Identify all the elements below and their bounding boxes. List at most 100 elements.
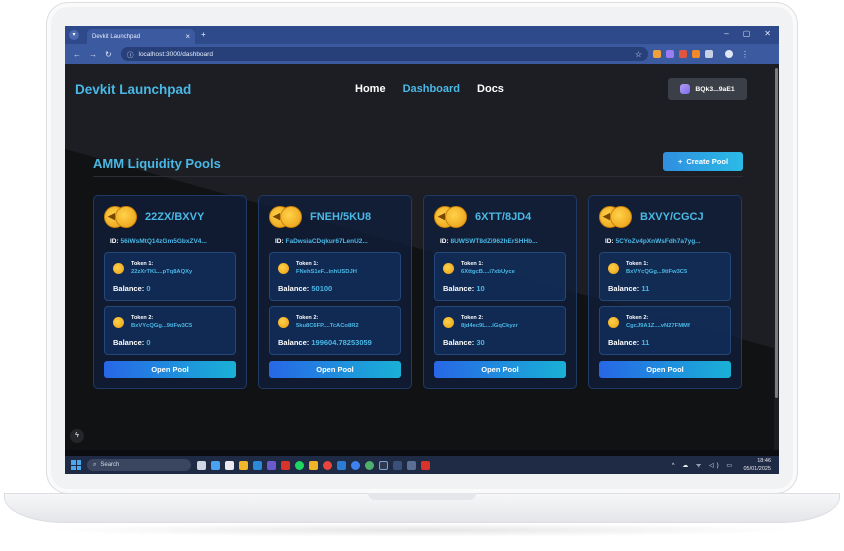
extension-icon[interactable]: [692, 50, 700, 58]
token-balance: Balance: 11: [608, 284, 649, 293]
folder-icon[interactable]: [309, 460, 318, 470]
task-view-icon[interactable]: [197, 460, 206, 470]
tab-search-icon[interactable]: ▾: [69, 30, 79, 40]
bookmark-star-icon[interactable]: ☆: [635, 50, 642, 59]
edge-browser-icon[interactable]: [253, 460, 262, 470]
token-address: 22zXrTKL...pTq8AQXy: [131, 269, 193, 275]
profile-avatar-icon[interactable]: [725, 50, 733, 58]
token-address: BxVYcQGg...9tiFw3C5: [131, 323, 193, 329]
metamask-extension-icon[interactable]: [653, 50, 661, 58]
close-window-button[interactable]: ✕: [764, 29, 771, 38]
create-pool-button[interactable]: + Create Pool: [663, 152, 743, 171]
new-tab-button[interactable]: +: [201, 31, 206, 39]
brand-logo-text[interactable]: Devkit Launchpad: [75, 82, 191, 97]
system-tray-icons[interactable]: ^ ☁ ᯤ ◁) ▭: [672, 461, 735, 469]
token-address: FNehS1eF...inhUSDJH: [296, 269, 357, 275]
phantom-wallet-icon: [680, 84, 691, 94]
spotify-icon[interactable]: [295, 460, 304, 470]
forward-arrow-icon[interactable]: →: [89, 50, 97, 59]
pool-card: ◀ BXVY/CGCJ ID: 5CYoZv4pXnWsFdh7a7yg... …: [588, 195, 742, 389]
wallet-address: BQk3...9aE1: [695, 85, 735, 93]
app-icon[interactable]: [393, 460, 402, 470]
chrome-icon[interactable]: [323, 460, 332, 470]
token-pair-icon: ◀: [434, 206, 467, 228]
token-coin-icon: [113, 317, 124, 328]
pool-id: ID: 5CYoZv4pXnWsFdh7a7yg...: [605, 238, 701, 245]
app-icon[interactable]: [281, 460, 290, 470]
calendar-icon[interactable]: [225, 460, 234, 470]
token-balance: Balance: 0: [113, 284, 151, 293]
maximize-button[interactable]: ▢: [743, 29, 751, 38]
extension-icon[interactable]: [679, 50, 687, 58]
terminal-icon[interactable]: [379, 460, 388, 470]
balance-label: Balance:: [278, 284, 310, 293]
windows-start-icon[interactable]: [71, 460, 81, 470]
system-clock[interactable]: 18:46 05/01/2025: [743, 457, 771, 473]
token-address: CgcJ9A1Z....vN27FMMf: [626, 323, 690, 329]
pool-pair-header: ◀ BXVY/CGCJ: [599, 206, 704, 228]
pool-pair-header: ◀ 6XTT/8JD4: [434, 206, 531, 228]
open-pool-button[interactable]: Open Pool: [599, 361, 731, 378]
chrome-icon[interactable]: [365, 460, 374, 470]
token-balance: Balance: 30: [443, 338, 485, 347]
balance-value: 0: [146, 284, 151, 293]
pool-pair-name: FNEH/5KU8: [310, 211, 372, 223]
open-pool-button[interactable]: Open Pool: [269, 361, 401, 378]
app-icon[interactable]: [421, 460, 430, 470]
pool-card: ◀ 6XTT/8JD4 ID: 8UWSWT8dZi962hErSHHb... …: [423, 195, 577, 389]
token-coin-icon: [608, 263, 619, 274]
nav-home-link[interactable]: Home: [355, 83, 386, 95]
pool-id: ID: FaDwsiaCDqkur67LenU2...: [275, 238, 368, 245]
token-balance: Balance: 0: [113, 338, 151, 347]
browser-tab[interactable]: Devkit Launchpad ×: [87, 29, 195, 44]
balance-value: 199604.78253059: [311, 338, 372, 347]
site-info-icon[interactable]: ⓘ: [127, 49, 134, 59]
balance-label: Balance:: [278, 338, 310, 347]
chrome-icon[interactable]: [351, 460, 360, 470]
pool-id-label: ID:: [110, 238, 119, 245]
reload-icon[interactable]: ↻: [105, 50, 113, 59]
browser-toolbar: ← → ↻ ⓘ localhost:3000/dashboard ☆ ⋮: [65, 44, 779, 64]
pool-card: ◀ FNEH/5KU8 ID: FaDwsiaCDqkur67LenU2... …: [258, 195, 412, 389]
address-bar[interactable]: ⓘ localhost:3000/dashboard ☆: [121, 47, 648, 61]
vscode-icon[interactable]: [337, 460, 346, 470]
token-address: 8jd4ec9L....iGqCkyzr: [461, 323, 518, 329]
browser-tab-bar: ▾ Devkit Launchpad × + – ▢ ✕: [65, 26, 779, 44]
pool-id-value: FaDwsiaCDqkur67LenU2...: [285, 238, 368, 245]
scrollbar-thumb[interactable]: [775, 68, 778, 398]
extensions-puzzle-icon[interactable]: [705, 50, 713, 58]
coin-icon: [445, 206, 467, 228]
laptop-screen: ▾ Devkit Launchpad × + – ▢ ✕ ← → ↻ ⓘ loc…: [65, 26, 779, 474]
dev-tools-bolt-icon[interactable]: ϟ: [70, 429, 84, 443]
coin-icon: [280, 206, 302, 228]
minimize-button[interactable]: –: [724, 29, 728, 38]
balance-label: Balance:: [608, 284, 640, 293]
token-label: Token 1:: [626, 261, 649, 267]
balance-value: 30: [476, 338, 485, 347]
file-explorer-icon[interactable]: [239, 460, 248, 470]
back-arrow-icon[interactable]: ←: [73, 50, 81, 59]
browser-menu-icon[interactable]: ⋮: [741, 50, 749, 59]
phantom-extension-icon[interactable]: [666, 50, 674, 58]
token-coin-icon: [608, 317, 619, 328]
app-icon[interactable]: [407, 460, 416, 470]
open-pool-button[interactable]: Open Pool: [104, 361, 236, 378]
copilot-icon[interactable]: [211, 460, 220, 470]
token-label: Token 1:: [296, 261, 319, 267]
open-pool-button[interactable]: Open Pool: [434, 361, 566, 378]
pool-pair-name: 6XTT/8JD4: [475, 211, 532, 223]
pool-id-label: ID:: [440, 238, 449, 245]
wallet-button[interactable]: BQk3...9aE1: [668, 78, 747, 100]
teams-icon[interactable]: [267, 460, 276, 470]
nav-docs-link[interactable]: Docs: [477, 83, 504, 95]
taskbar-search[interactable]: ⌕ Search: [87, 459, 191, 471]
coin-icon: [115, 206, 137, 228]
window-controls: – ▢ ✕: [724, 29, 771, 38]
token-2-box: Token 2: 8jd4ec9L....iGqCkyzr Balance: 3…: [434, 306, 566, 355]
scrollbar[interactable]: [774, 64, 779, 450]
nav-dashboard-link[interactable]: Dashboard: [403, 83, 460, 95]
tab-close-icon[interactable]: ×: [185, 32, 190, 41]
page-title: AMM Liquidity Pools: [93, 156, 221, 171]
create-pool-label: Create Pool: [686, 157, 729, 166]
taskbar-apps: [197, 460, 430, 470]
